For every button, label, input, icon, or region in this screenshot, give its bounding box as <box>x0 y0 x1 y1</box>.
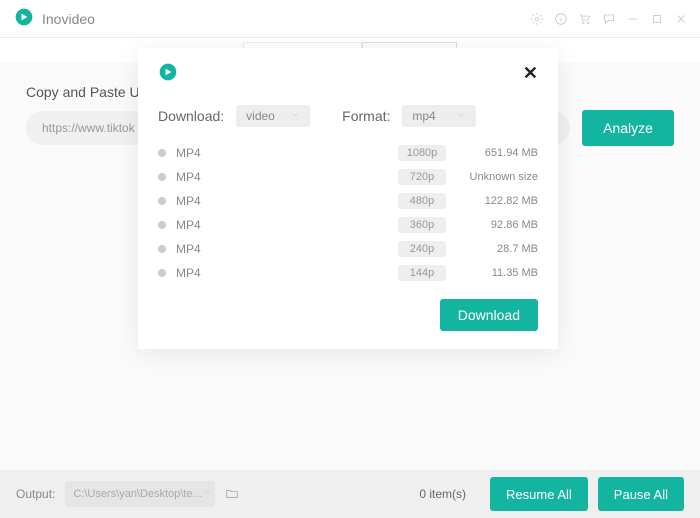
format-name: MP4 <box>176 218 201 232</box>
resolution-pill: 720p <box>398 169 446 185</box>
format-modal: ✕ Download: video Format: mp4 MP4 1080p65… <box>138 48 558 349</box>
chevron-up-icon <box>202 488 212 501</box>
resume-all-button[interactable]: Resume All <box>490 477 588 511</box>
resolution-pill: 480p <box>398 193 446 209</box>
format-size: Unknown size <box>446 171 538 183</box>
format-value: mp4 <box>412 109 435 123</box>
resolution-pill: 360p <box>398 217 446 233</box>
format-name: MP4 <box>176 146 201 160</box>
modal-header: ✕ <box>158 62 538 85</box>
output-path-text: C:\Users\yan\Desktop\te... <box>73 488 201 500</box>
download-type-value: video <box>246 109 275 123</box>
format-row[interactable]: MP4 360p92.86 MB <box>158 213 538 237</box>
format-list: MP4 1080p651.94 MB MP4 720pUnknown size MP… <box>158 141 538 285</box>
radio-dot-icon <box>158 173 166 181</box>
format-row[interactable]: MP4 480p122.82 MB <box>158 189 538 213</box>
chevron-down-icon <box>290 109 300 123</box>
radio-dot-icon <box>158 197 166 205</box>
format-row[interactable]: MP4 720pUnknown size <box>158 165 538 189</box>
download-label: Download: <box>158 108 224 124</box>
items-count: 0 item(s) <box>419 487 466 501</box>
format-name: MP4 <box>176 170 201 184</box>
analyze-button[interactable]: Analyze <box>582 110 674 146</box>
titlebar-left: Inovideo <box>14 7 95 30</box>
format-size: 651.94 MB <box>446 147 538 159</box>
minimize-icon[interactable] <box>626 12 640 26</box>
info-icon[interactable] <box>554 12 568 26</box>
radio-dot-icon <box>158 221 166 229</box>
footer: Output: C:\Users\yan\Desktop\te... 0 ite… <box>0 470 700 518</box>
close-icon[interactable]: ✕ <box>523 63 538 84</box>
app-title: Inovideo <box>42 11 95 27</box>
pause-all-button[interactable]: Pause All <box>598 477 684 511</box>
format-name: MP4 <box>176 194 201 208</box>
format-select[interactable]: mp4 <box>402 105 476 127</box>
cart-icon[interactable] <box>578 12 592 26</box>
format-size: 122.82 MB <box>446 195 538 207</box>
format-name: MP4 <box>176 266 201 280</box>
format-size: 11.35 MB <box>446 267 538 279</box>
format-row[interactable]: MP4 1080p651.94 MB <box>158 141 538 165</box>
format-row[interactable]: MP4 240p28.7 MB <box>158 237 538 261</box>
selector-row: Download: video Format: mp4 <box>158 105 538 127</box>
format-size: 92.86 MB <box>446 219 538 231</box>
output-path-select[interactable]: C:\Users\yan\Desktop\te... <box>65 481 215 507</box>
chevron-down-icon <box>456 109 466 123</box>
radio-dot-icon <box>158 245 166 253</box>
close-window-icon[interactable] <box>674 12 688 26</box>
titlebar-right <box>530 12 688 26</box>
format-label: Format: <box>342 108 390 124</box>
maximize-icon[interactable] <box>650 12 664 26</box>
resolution-pill: 144p <box>398 265 446 281</box>
output-label: Output: <box>16 487 55 501</box>
format-row[interactable]: MP4 144p11.35 MB <box>158 261 538 285</box>
settings-icon[interactable] <box>530 12 544 26</box>
resolution-pill: 1080p <box>398 145 446 161</box>
download-row: Download <box>158 299 538 331</box>
format-name: MP4 <box>176 242 201 256</box>
radio-dot-icon <box>158 149 166 157</box>
bubble-icon[interactable] <box>602 12 616 26</box>
app-logo-icon <box>158 62 178 85</box>
radio-dot-icon <box>158 269 166 277</box>
app-logo-icon <box>14 7 34 30</box>
format-size: 28.7 MB <box>446 243 538 255</box>
open-folder-icon[interactable] <box>225 487 239 501</box>
resolution-pill: 240p <box>398 241 446 257</box>
download-type-select[interactable]: video <box>236 105 310 127</box>
download-button[interactable]: Download <box>440 299 538 331</box>
titlebar: Inovideo <box>0 0 700 38</box>
